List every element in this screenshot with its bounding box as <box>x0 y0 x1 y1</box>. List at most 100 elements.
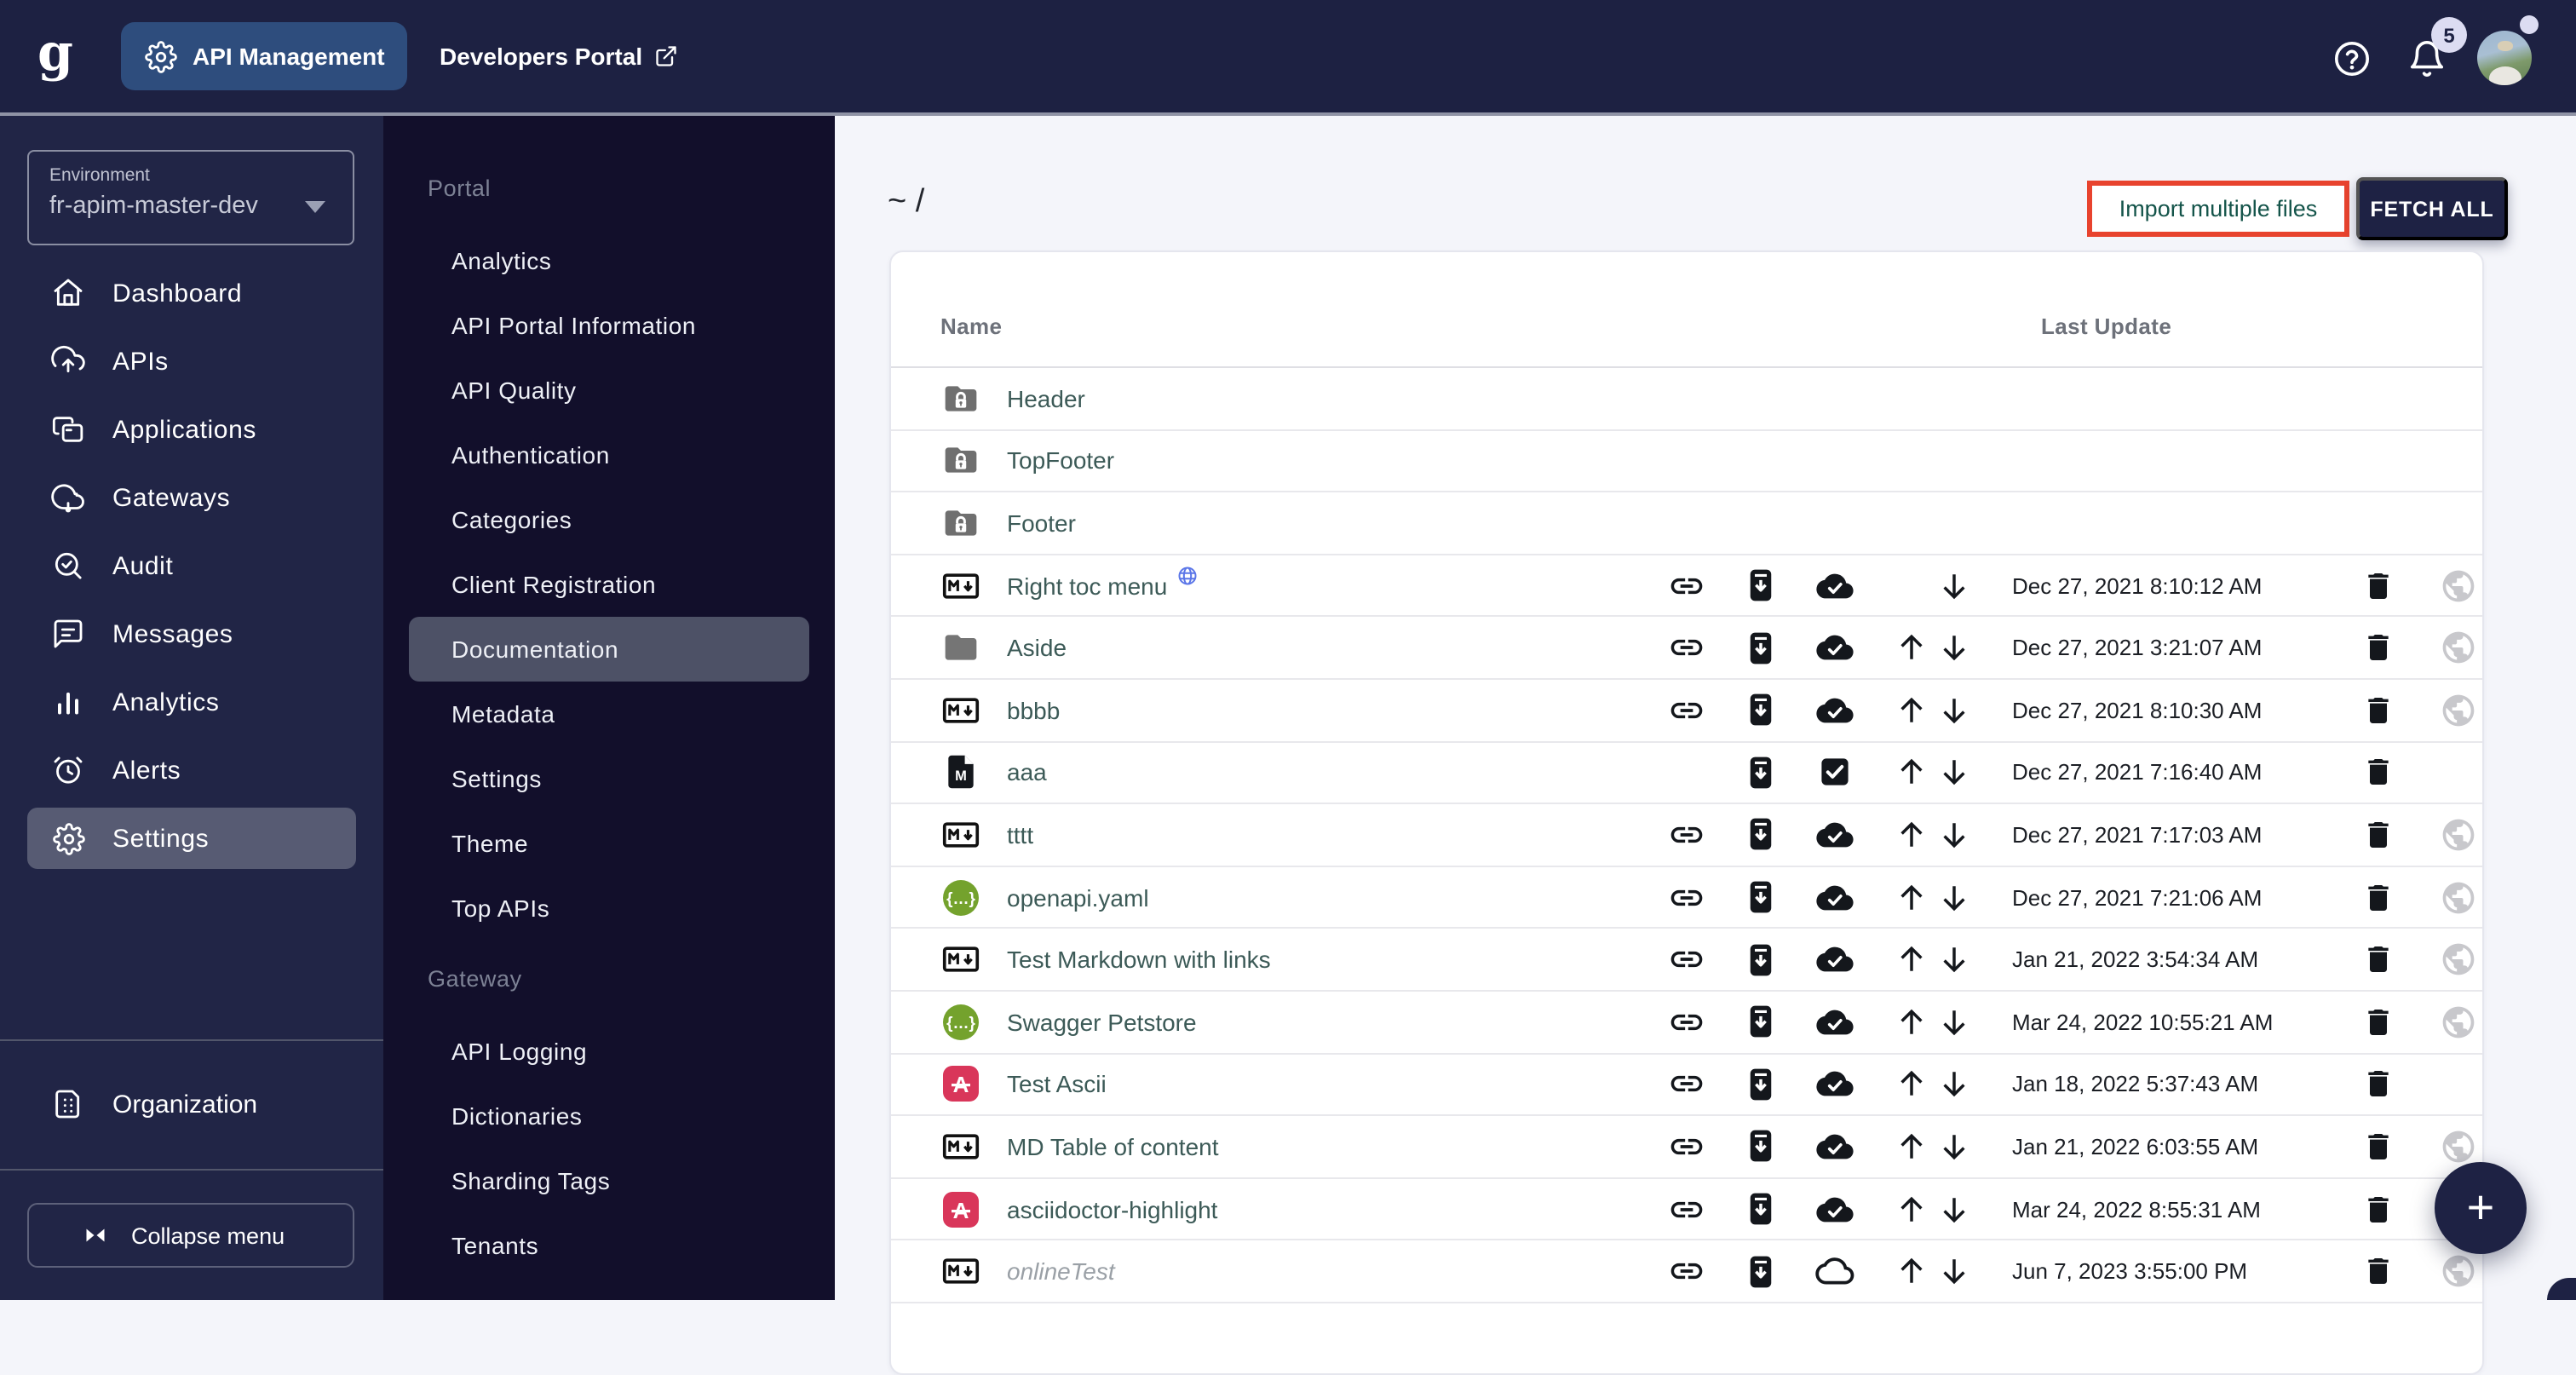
page-name-link[interactable]: Footer <box>1007 509 1076 537</box>
sidebar-item-alerts[interactable]: Alerts <box>27 739 356 801</box>
sub-sidebar-item-sharding-tags[interactable]: Sharding Tags <box>409 1148 809 1213</box>
fetch-all-button[interactable]: FETCH ALL <box>2356 177 2508 240</box>
sub-sidebar-item-dictionaries[interactable]: Dictionaries <box>409 1084 809 1148</box>
publish-status-icon[interactable] <box>1814 877 1855 918</box>
sidebar-item-audit[interactable]: Audit <box>27 535 356 596</box>
sub-sidebar-item-client-registration[interactable]: Client Registration <box>409 552 809 617</box>
page-name-link[interactable]: asciidoctor-highlight <box>1007 1195 1217 1223</box>
move-down-icon[interactable] <box>1934 1126 1975 1167</box>
link-icon[interactable] <box>1666 1126 1707 1167</box>
link-icon[interactable] <box>1666 565 1707 606</box>
page-name-link[interactable]: openapi.yaml <box>1007 883 1149 911</box>
link-icon[interactable] <box>1666 690 1707 731</box>
save-icon[interactable] <box>1739 1251 1780 1292</box>
save-icon[interactable] <box>1739 565 1780 606</box>
move-up-icon[interactable] <box>1891 752 1932 793</box>
delete-icon[interactable] <box>2358 1188 2399 1229</box>
developers-portal-link[interactable]: Developers Portal <box>440 0 678 112</box>
save-icon[interactable] <box>1739 814 1780 855</box>
link-icon[interactable] <box>1666 1188 1707 1229</box>
save-icon[interactable] <box>1739 752 1780 793</box>
page-name-link[interactable]: Aside <box>1007 634 1067 661</box>
move-up-icon[interactable] <box>1891 939 1932 980</box>
sidebar-item-gateways[interactable]: Gateways <box>27 467 356 528</box>
save-icon[interactable] <box>1739 1001 1780 1042</box>
move-down-icon[interactable] <box>1934 1064 1975 1105</box>
delete-icon[interactable] <box>2358 814 2399 855</box>
move-up-icon[interactable] <box>1891 814 1932 855</box>
delete-icon[interactable] <box>2358 939 2399 980</box>
sidebar-item-organization[interactable]: Organization <box>0 1073 383 1135</box>
move-up-icon[interactable] <box>1891 627 1932 668</box>
move-up-icon[interactable] <box>1891 1126 1932 1167</box>
page-name-link[interactable]: bbbb <box>1007 697 1060 724</box>
page-name-link[interactable]: TopFooter <box>1007 447 1114 475</box>
move-down-icon[interactable] <box>1934 814 1975 855</box>
delete-icon[interactable] <box>2358 752 2399 793</box>
publish-status-icon[interactable] <box>1814 939 1855 980</box>
save-icon[interactable] <box>1739 1188 1780 1229</box>
move-down-icon[interactable] <box>1934 1188 1975 1229</box>
save-icon[interactable] <box>1739 690 1780 731</box>
translate-icon[interactable] <box>2438 565 2479 606</box>
translate-icon[interactable] <box>2438 1126 2479 1167</box>
publish-status-icon[interactable] <box>1814 1064 1855 1105</box>
sub-sidebar-item-top-apis[interactable]: Top APIs <box>409 876 809 941</box>
link-icon[interactable] <box>1666 627 1707 668</box>
sub-sidebar-item-settings[interactable]: Settings <box>409 746 809 811</box>
translate-icon[interactable] <box>2438 627 2479 668</box>
page-name-link[interactable]: Test Ascii <box>1007 1071 1107 1098</box>
sub-sidebar-item-api-quality[interactable]: API Quality <box>409 358 809 423</box>
add-page-fab[interactable]: + <box>2435 1162 2527 1254</box>
page-name-link[interactable]: Header <box>1007 385 1085 412</box>
link-icon[interactable] <box>1666 1251 1707 1292</box>
publish-status-icon[interactable] <box>1814 1251 1855 1292</box>
delete-icon[interactable] <box>2358 690 2399 731</box>
delete-icon[interactable] <box>2358 1001 2399 1042</box>
move-down-icon[interactable] <box>1934 690 1975 731</box>
move-up-icon[interactable] <box>1891 690 1932 731</box>
page-name-link[interactable]: aaa <box>1007 759 1047 786</box>
import-multiple-files-button[interactable]: Import multiple files <box>2087 181 2349 237</box>
link-icon[interactable] <box>1666 814 1707 855</box>
translate-icon[interactable] <box>2438 690 2479 731</box>
publish-status-icon[interactable] <box>1814 814 1855 855</box>
sub-sidebar-item-tenants[interactable]: Tenants <box>409 1213 809 1278</box>
translate-icon[interactable] <box>2438 877 2479 918</box>
publish-status-icon[interactable] <box>1814 1188 1855 1229</box>
page-name-link[interactable]: MD Table of content <box>1007 1133 1219 1160</box>
save-icon[interactable] <box>1739 627 1780 668</box>
collapse-menu-button[interactable]: Collapse menu <box>27 1203 354 1268</box>
publish-status-icon[interactable] <box>1814 690 1855 731</box>
sidebar-item-settings[interactable]: Settings <box>27 808 356 869</box>
publish-status-icon[interactable] <box>1814 1001 1855 1042</box>
sub-sidebar-item-api-portal-information[interactable]: API Portal Information <box>409 293 809 358</box>
move-down-icon[interactable] <box>1934 627 1975 668</box>
publish-status-icon[interactable] <box>1814 565 1855 606</box>
move-up-icon[interactable] <box>1891 1188 1932 1229</box>
page-name-link[interactable]: Right toc menu <box>1007 572 1198 599</box>
translate-icon[interactable] <box>2438 814 2479 855</box>
delete-icon[interactable] <box>2358 1251 2399 1292</box>
api-management-button[interactable]: API Management <box>121 22 407 90</box>
environment-selector[interactable]: Environment fr-apim-master-dev <box>27 150 354 245</box>
delete-icon[interactable] <box>2358 565 2399 606</box>
move-down-icon[interactable] <box>1934 1251 1975 1292</box>
move-down-icon[interactable] <box>1934 877 1975 918</box>
page-name-link[interactable]: Test Markdown with links <box>1007 946 1271 973</box>
sub-sidebar-item-theme[interactable]: Theme <box>409 811 809 876</box>
translate-icon[interactable] <box>2438 1251 2479 1292</box>
save-icon[interactable] <box>1739 877 1780 918</box>
link-icon[interactable] <box>1666 877 1707 918</box>
move-down-icon[interactable] <box>1934 565 1975 606</box>
sub-sidebar-item-analytics[interactable]: Analytics <box>409 228 809 293</box>
sub-sidebar-item-categories[interactable]: Categories <box>409 487 809 552</box>
sub-sidebar-item-authentication[interactable]: Authentication <box>409 423 809 487</box>
sidebar-item-applications[interactable]: Applications <box>27 399 356 460</box>
sidebar-item-analytics[interactable]: Analytics <box>27 671 356 733</box>
page-name-link[interactable]: onlineTest <box>1007 1257 1115 1285</box>
move-up-icon[interactable] <box>1891 877 1932 918</box>
delete-icon[interactable] <box>2358 1064 2399 1105</box>
save-icon[interactable] <box>1739 1064 1780 1105</box>
sub-sidebar-item-api-logging[interactable]: API Logging <box>409 1019 809 1084</box>
